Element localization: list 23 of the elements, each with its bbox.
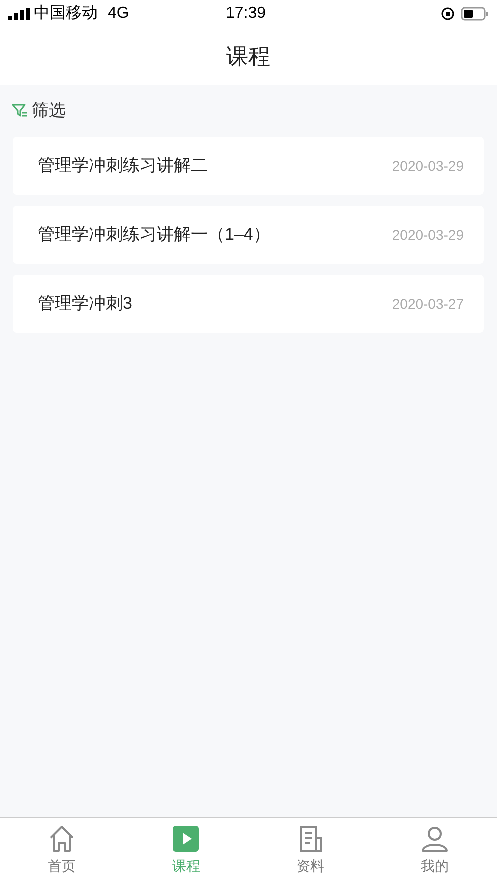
course-card[interactable]: 管理学冲刺练习讲解二 2020-03-29 [13,137,484,195]
clock-time: 17:39 [226,4,266,24]
course-card[interactable]: 管理学冲刺练习讲解一（1–4） 2020-03-29 [13,206,484,264]
course-title: 管理学冲刺3 [38,293,132,316]
signal-icon [8,8,30,20]
course-card[interactable]: 管理学冲刺3 2020-03-27 [13,275,484,333]
course-date: 2020-03-27 [392,294,464,314]
network-type: 4G [108,4,130,24]
filter-icon [12,103,28,119]
rotation-lock-icon [441,7,455,21]
course-title: 管理学冲刺练习讲解一（1–4） [38,224,270,246]
filter-button[interactable]: 筛选 [0,85,78,137]
tab-item[interactable]: 我的 [372,818,497,883]
carrier-name: 中国移动 [34,4,98,24]
person-icon [420,824,450,854]
page-title: 课程 [226,43,270,71]
play-icon [171,824,202,854]
course-date: 2020-03-29 [392,156,464,176]
battery-icon [461,7,489,21]
tab-item[interactable]: 资料 [248,818,373,883]
course-date: 2020-03-29 [392,226,464,244]
tab-item[interactable]: 首页 [0,818,124,883]
course-title: 管理学冲刺练习讲解二 [38,155,208,178]
